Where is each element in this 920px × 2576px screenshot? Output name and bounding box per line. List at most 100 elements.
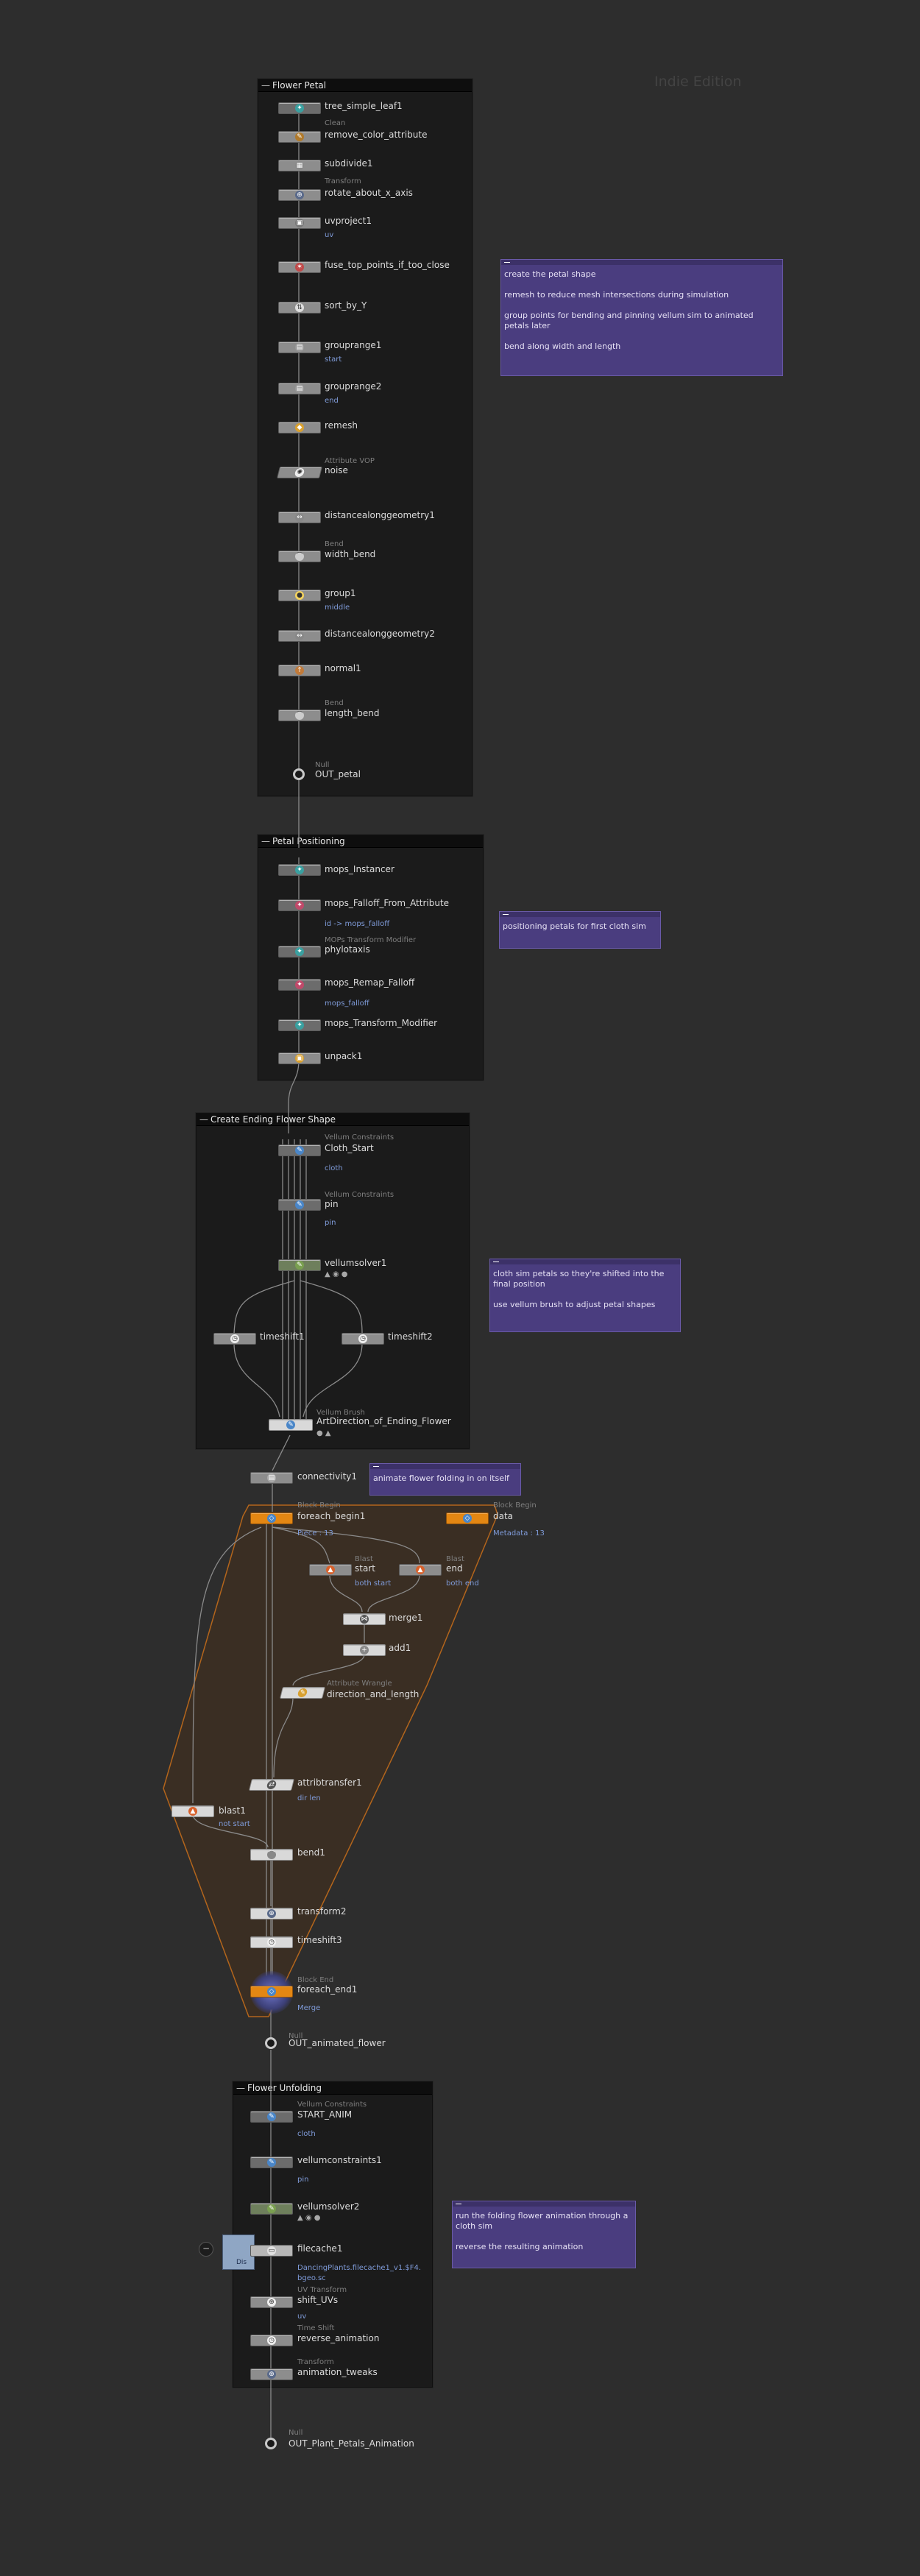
node-start[interactable]: ▲	[309, 1564, 352, 1576]
node-label: direction_and_length	[327, 1689, 420, 1699]
loop-begin-icon: ◇	[267, 1514, 276, 1523]
node-op-icon: ✦	[295, 947, 304, 956]
node-add1[interactable]: +	[343, 1644, 386, 1656]
node-op-icon: ✦	[295, 866, 304, 874]
node-cloth-start[interactable]: ✎	[278, 1144, 321, 1156]
node-fuse-top-points[interactable]: ✶	[278, 261, 321, 273]
node-reverse-animation[interactable]: ◷	[250, 2335, 293, 2346]
node-info: pin	[297, 2176, 309, 2184]
sticky-header[interactable]	[500, 912, 660, 917]
node-info: end	[325, 397, 339, 405]
node-label: merge1	[389, 1613, 423, 1623]
node-attribtransfer1[interactable]: ⇄	[249, 1779, 294, 1791]
node-label: timeshift1	[260, 1331, 305, 1342]
node-info: id -> mops_falloff	[325, 920, 390, 928]
node-blast1[interactable]: ▲	[171, 1805, 214, 1817]
node-filecache1[interactable]: ▭	[250, 2245, 293, 2257]
node-timeshift2[interactable]: ◷	[342, 1333, 384, 1345]
node-label: width_bend	[325, 549, 376, 559]
node-bend1[interactable]: ⌒	[250, 1849, 293, 1861]
node-shift-uvs[interactable]: ⊕	[250, 2296, 293, 2308]
node-remove-color-attribute[interactable]: ✎	[278, 131, 321, 143]
sticky-note-unfolding[interactable]: run the folding flower animation through…	[452, 2201, 636, 2268]
node-width-bend[interactable]: ⌒	[278, 551, 321, 562]
node-transform2[interactable]: ⊕	[250, 1908, 293, 1919]
node-label: vellumconstraints1	[297, 2155, 382, 2165]
node-info: middle	[325, 604, 350, 612]
node-distancealonggeometry1[interactable]: ↔	[278, 512, 321, 523]
node-vellumsolver1[interactable]: ✎	[278, 1259, 321, 1271]
node-type-label: Block Begin	[493, 1501, 537, 1510]
node-start-anim[interactable]: ✎	[250, 2111, 293, 2123]
node-grouprange1[interactable]: ▤	[278, 342, 321, 353]
node-vellumconstraints1[interactable]: ✎	[250, 2156, 293, 2168]
node-normal1[interactable]: ↑	[278, 665, 321, 676]
node-type-label: Time Shift	[297, 2324, 335, 2332]
sticky-header[interactable]	[501, 260, 782, 265]
node-end[interactable]: ▲	[399, 1564, 442, 1576]
sticky-header[interactable]	[490, 1259, 680, 1264]
node-info: not start	[219, 1820, 250, 1828]
node-unpack1[interactable]: ▣	[278, 1052, 321, 1064]
node-op-icon: +	[360, 1646, 369, 1655]
node-group1[interactable]: ●	[278, 590, 321, 601]
node-remesh[interactable]: ◆	[278, 422, 321, 434]
node-label: shift_UVs	[297, 2295, 339, 2305]
sticky-note-folding[interactable]: animate flower folding in on itself	[369, 1463, 521, 1496]
node-distancealonggeometry2[interactable]: ↔	[278, 630, 321, 642]
node-info: cloth	[325, 1164, 343, 1172]
node-grouprange2[interactable]: ▤	[278, 383, 321, 394]
node-foreach-end1[interactable]: ◇	[250, 1986, 293, 1998]
node-out-petal[interactable]	[293, 768, 305, 780]
node-label: rotate_about_x_axis	[325, 188, 413, 198]
node-tree-simple-leaf1[interactable]: ✦	[278, 102, 321, 114]
node-out-plant-petals-animation[interactable]	[265, 2438, 277, 2449]
node-mops-transform-modifier[interactable]: ✦	[278, 1019, 321, 1031]
node-subdivide1[interactable]: ▦	[278, 160, 321, 171]
sticky-header[interactable]	[453, 2201, 635, 2207]
node-connectivity1[interactable]: ▤	[250, 1472, 293, 1484]
node-info: mops_falloff	[325, 999, 369, 1008]
node-rotate-about-x-axis[interactable]: ⊕	[278, 189, 321, 201]
node-op-icon: ⇅	[295, 303, 304, 312]
node-label: mops_Transform_Modifier	[325, 1018, 438, 1028]
node-label: mops_Falloff_From_Attribute	[325, 898, 450, 908]
node-out-animated-flower[interactable]	[265, 2037, 277, 2049]
node-vellumsolver2[interactable]: ✎	[250, 2203, 293, 2215]
node-mops-falloff-from-attribute[interactable]: ✦	[278, 899, 321, 911]
node-sort-by-y[interactable]: ⇅	[278, 302, 321, 314]
node-op-icon: ⊕	[267, 2298, 276, 2307]
bend-icon: ⌒	[267, 1850, 276, 1859]
node-data[interactable]: ◇	[446, 1512, 489, 1524]
node-info: both start	[355, 1579, 392, 1588]
node-uvproject1[interactable]: ▣	[278, 217, 321, 229]
node-artdirection-ending-flower[interactable]: ✎	[269, 1419, 313, 1431]
brush-icon: ✎	[286, 1420, 295, 1429]
node-op-icon: ✎	[267, 2112, 276, 2121]
node-pin[interactable]: ✎	[278, 1199, 321, 1211]
loop-end-icon: ◇	[267, 1987, 276, 1996]
node-foreach-begin1[interactable]: ◇	[250, 1512, 293, 1524]
node-timeshift1[interactable]: ◷	[213, 1333, 256, 1345]
node-label: OUT_animated_flower	[289, 2038, 386, 2048]
sticky-note-positioning[interactable]: positioning petals for first cloth sim	[499, 911, 661, 949]
node-mops-instancer[interactable]: ✦	[278, 864, 321, 876]
node-op-icon: ✦	[295, 1021, 304, 1030]
sticky-note-petal-shape[interactable]: create the petal shape remesh to reduce …	[500, 259, 783, 376]
node-length-bend[interactable]: ⌒	[278, 710, 321, 721]
node-label: foreach_begin1	[297, 1511, 366, 1521]
node-timeshift3[interactable]: ◷	[250, 1936, 293, 1948]
node-animation-tweaks[interactable]: ⊕	[250, 2368, 293, 2380]
sticky-note-cloth-sim[interactable]: cloth sim petals so they're shifted into…	[489, 1259, 681, 1332]
node-merge1[interactable]: ⋈	[343, 1613, 386, 1625]
node-op-icon: ✎	[295, 1261, 304, 1270]
node-noise[interactable]: ✺	[277, 467, 322, 478]
node-op-icon: ◆	[295, 423, 304, 432]
node-phyloteaxis[interactable]: ✦	[278, 946, 321, 958]
node-mops-remap-falloff[interactable]: ✦	[278, 979, 321, 991]
sticky-header[interactable]	[370, 1464, 520, 1469]
collapse-minus-icon[interactable]: −	[199, 2242, 213, 2257]
node-info: start	[325, 355, 342, 364]
node-direction-and-length[interactable]: ✎	[280, 1687, 325, 1699]
blast-icon: ▲	[416, 1565, 425, 1574]
